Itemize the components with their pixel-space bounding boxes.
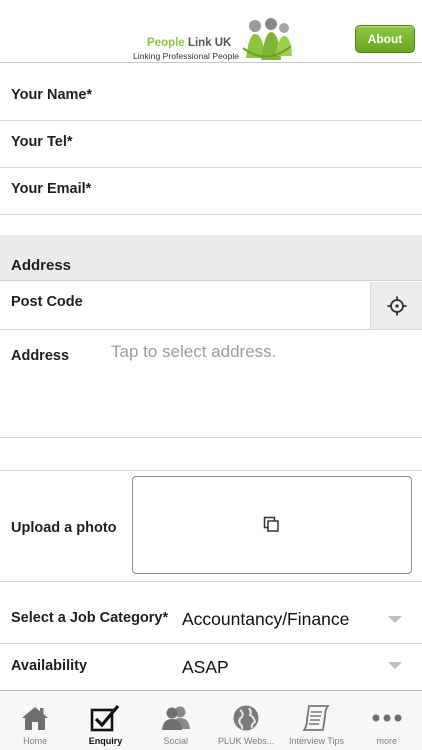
- name-row: Your Name*: [0, 63, 422, 121]
- tab-label: Interview Tips: [288, 736, 344, 746]
- email-field[interactable]: [110, 177, 412, 203]
- address-section-header: Address: [0, 235, 422, 281]
- upload-label: Upload a photo: [11, 520, 117, 536]
- availability-label: Availability: [11, 658, 88, 674]
- email-row: Your Email*: [0, 168, 422, 215]
- tab-label: Home: [23, 736, 48, 746]
- tab-interview-tips[interactable]: Interview Tips: [281, 691, 351, 750]
- tab-label: Enquiry: [88, 736, 123, 746]
- people-icon: [159, 703, 193, 733]
- chevron-down-icon: [388, 662, 402, 669]
- globe-icon: [229, 703, 263, 733]
- tel-row: Your Tel*: [0, 121, 422, 168]
- address-section-title: Address: [11, 257, 72, 274]
- spacer-row: [0, 438, 422, 471]
- tab-enquiry[interactable]: Enquiry: [70, 691, 140, 750]
- job-category-row[interactable]: Select a Job Category* Accountancy/Finan…: [0, 582, 422, 644]
- scroll-icon: [299, 703, 333, 733]
- crosshair-icon: [387, 296, 406, 315]
- logo-title-part1: People: [147, 37, 185, 49]
- checkbox-icon: [88, 703, 122, 733]
- tab-label: more: [376, 736, 398, 746]
- ellipsis-icon: [370, 703, 404, 733]
- locate-button[interactable]: [370, 282, 422, 329]
- postcode-row: Post Code: [0, 281, 422, 330]
- tab-bar: Home Enquiry Social PLUK Webs... Intervi…: [0, 690, 422, 750]
- tab-social[interactable]: Social: [141, 691, 211, 750]
- availability-row[interactable]: Availability ASAP: [0, 644, 422, 690]
- about-button[interactable]: About: [355, 25, 415, 53]
- photo-upload-box[interactable]: [132, 476, 412, 574]
- people-figures-icon: [242, 18, 292, 60]
- tel-label: Your Tel*: [11, 134, 73, 150]
- tel-field[interactable]: [110, 130, 412, 156]
- chevron-down-icon: [388, 616, 402, 623]
- name-label: Your Name*: [11, 87, 93, 103]
- postcode-label: Post Code: [11, 294, 83, 310]
- postcode-field[interactable]: [110, 291, 362, 317]
- app-header: People Link UK Linking Professional Peop…: [0, 0, 422, 63]
- job-category-label: Select a Job Category*: [11, 610, 169, 626]
- availability-select[interactable]: ASAP: [182, 657, 229, 678]
- logo-title-part2: Link UK: [187, 37, 232, 49]
- name-field[interactable]: [110, 81, 412, 107]
- logo-tagline: Linking Professional People: [133, 51, 240, 61]
- address-label: Address: [11, 348, 70, 364]
- house-icon: [18, 703, 52, 733]
- copy-icon: [263, 516, 279, 532]
- tab-label: PLUK Webs...: [217, 736, 275, 746]
- tab-label: Social: [163, 736, 189, 746]
- tab-pluk-website[interactable]: PLUK Webs...: [211, 691, 281, 750]
- tab-home[interactable]: Home: [0, 691, 70, 750]
- email-label: Your Email*: [11, 181, 92, 197]
- people-link-logo: People Link UK Linking Professional Peop…: [131, 18, 293, 62]
- address-placeholder[interactable]: Tap to select address.: [111, 342, 276, 362]
- job-category-select[interactable]: Accountancy/Finance: [182, 609, 349, 630]
- tab-more[interactable]: more: [352, 691, 422, 750]
